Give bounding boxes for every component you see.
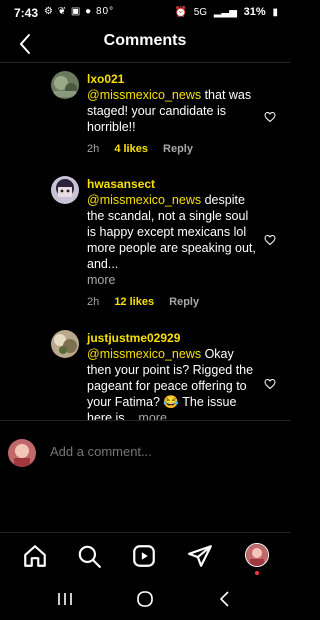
comment-text: @missmexico_news that was staged! your c… — [87, 87, 257, 135]
back-icon[interactable] — [212, 588, 238, 610]
comment-item: lxo021 @missmexico_news that was staged!… — [0, 71, 290, 171]
header: Comments — [0, 26, 290, 62]
comment-item: justjustme02929 @missmexico_news Okay th… — [0, 330, 290, 420]
reply-button[interactable]: Reply — [163, 143, 193, 155]
mention-link[interactable]: @missmexico_news — [87, 193, 201, 207]
heart-icon[interactable] — [264, 234, 276, 246]
send-icon[interactable] — [187, 543, 213, 569]
comment-time: 2h — [87, 143, 100, 155]
profile-avatar[interactable] — [245, 543, 269, 567]
comment-text: @missmexico_news despite the scandal, no… — [87, 192, 257, 288]
settings-icon: ⚙ — [44, 6, 54, 17]
likes-count[interactable]: 12 likes — [114, 296, 154, 308]
heart-icon[interactable] — [264, 111, 276, 123]
search-icon[interactable] — [76, 543, 102, 569]
status-right: ⏰ 5G ▂▃▅ 31% ▮ — [170, 6, 278, 18]
reply-button[interactable]: Reply — [169, 296, 199, 308]
network-label: 5G — [193, 7, 208, 18]
comment-username[interactable]: justjustme02929 — [87, 330, 257, 346]
likes-count[interactable]: 4 likes — [114, 143, 148, 155]
more-link[interactable]: more — [87, 272, 257, 288]
home-circle-icon[interactable] — [132, 588, 158, 610]
comment-username[interactable]: hwasansect — [87, 176, 257, 192]
battery-text: 31% — [243, 6, 266, 18]
image-icon: ▣ — [70, 6, 82, 17]
comment-meta: 2h 4 likes Reply — [87, 143, 257, 155]
system-nav-bar — [0, 578, 290, 620]
comment-body: justjustme02929 @missmexico_news Okay th… — [87, 330, 257, 420]
avatar[interactable] — [51, 176, 79, 204]
status-bar: 7:43 ⚙ ❦ ▣ ● 80° ⏰ 5G ▂▃▅ 31% ▮ — [0, 0, 290, 26]
comment-username[interactable]: lxo021 — [87, 71, 257, 87]
heart-icon[interactable] — [264, 378, 276, 390]
alarm-icon: ⏰ — [174, 7, 187, 18]
comment-time: 2h — [87, 296, 100, 308]
temperature-text: 80° — [95, 6, 115, 17]
avatar[interactable] — [51, 330, 79, 358]
mention-link[interactable]: @missmexico_news — [87, 347, 201, 361]
status-time: 7:43 — [14, 6, 39, 20]
comment-list: lxo021 @missmexico_news that was staged!… — [0, 63, 290, 420]
comment-text: @missmexico_news Okay then your point is… — [87, 346, 257, 420]
mention-link[interactable]: @missmexico_news — [87, 88, 201, 102]
user-avatar — [8, 439, 36, 467]
reels-icon[interactable] — [131, 543, 157, 569]
more-link[interactable]: more — [138, 411, 166, 420]
recents-icon[interactable] — [52, 588, 78, 610]
avatar[interactable] — [51, 71, 79, 99]
home-icon[interactable] — [22, 543, 48, 569]
comment-body: lxo021 @missmexico_news that was staged!… — [87, 71, 257, 155]
notification-icons: ⚙ ❦ ▣ ● 80° — [44, 6, 114, 17]
comment-composer — [0, 420, 290, 487]
comment-item: hwasansect @missmexico_news despite the … — [0, 176, 290, 316]
notification-dot — [255, 571, 259, 575]
tab-bar — [0, 532, 290, 579]
comment-meta: 2h 12 likes Reply — [87, 296, 257, 308]
page-title: Comments — [103, 32, 187, 49]
comment-body: hwasansect @missmexico_news despite the … — [87, 176, 257, 308]
location-icon: ● — [85, 6, 93, 17]
battery-icon: ▮ — [272, 7, 278, 18]
signal-icon: ▂▃▅ — [213, 7, 237, 18]
leaf-icon: ❦ — [57, 6, 68, 17]
comment-input[interactable] — [48, 443, 272, 460]
